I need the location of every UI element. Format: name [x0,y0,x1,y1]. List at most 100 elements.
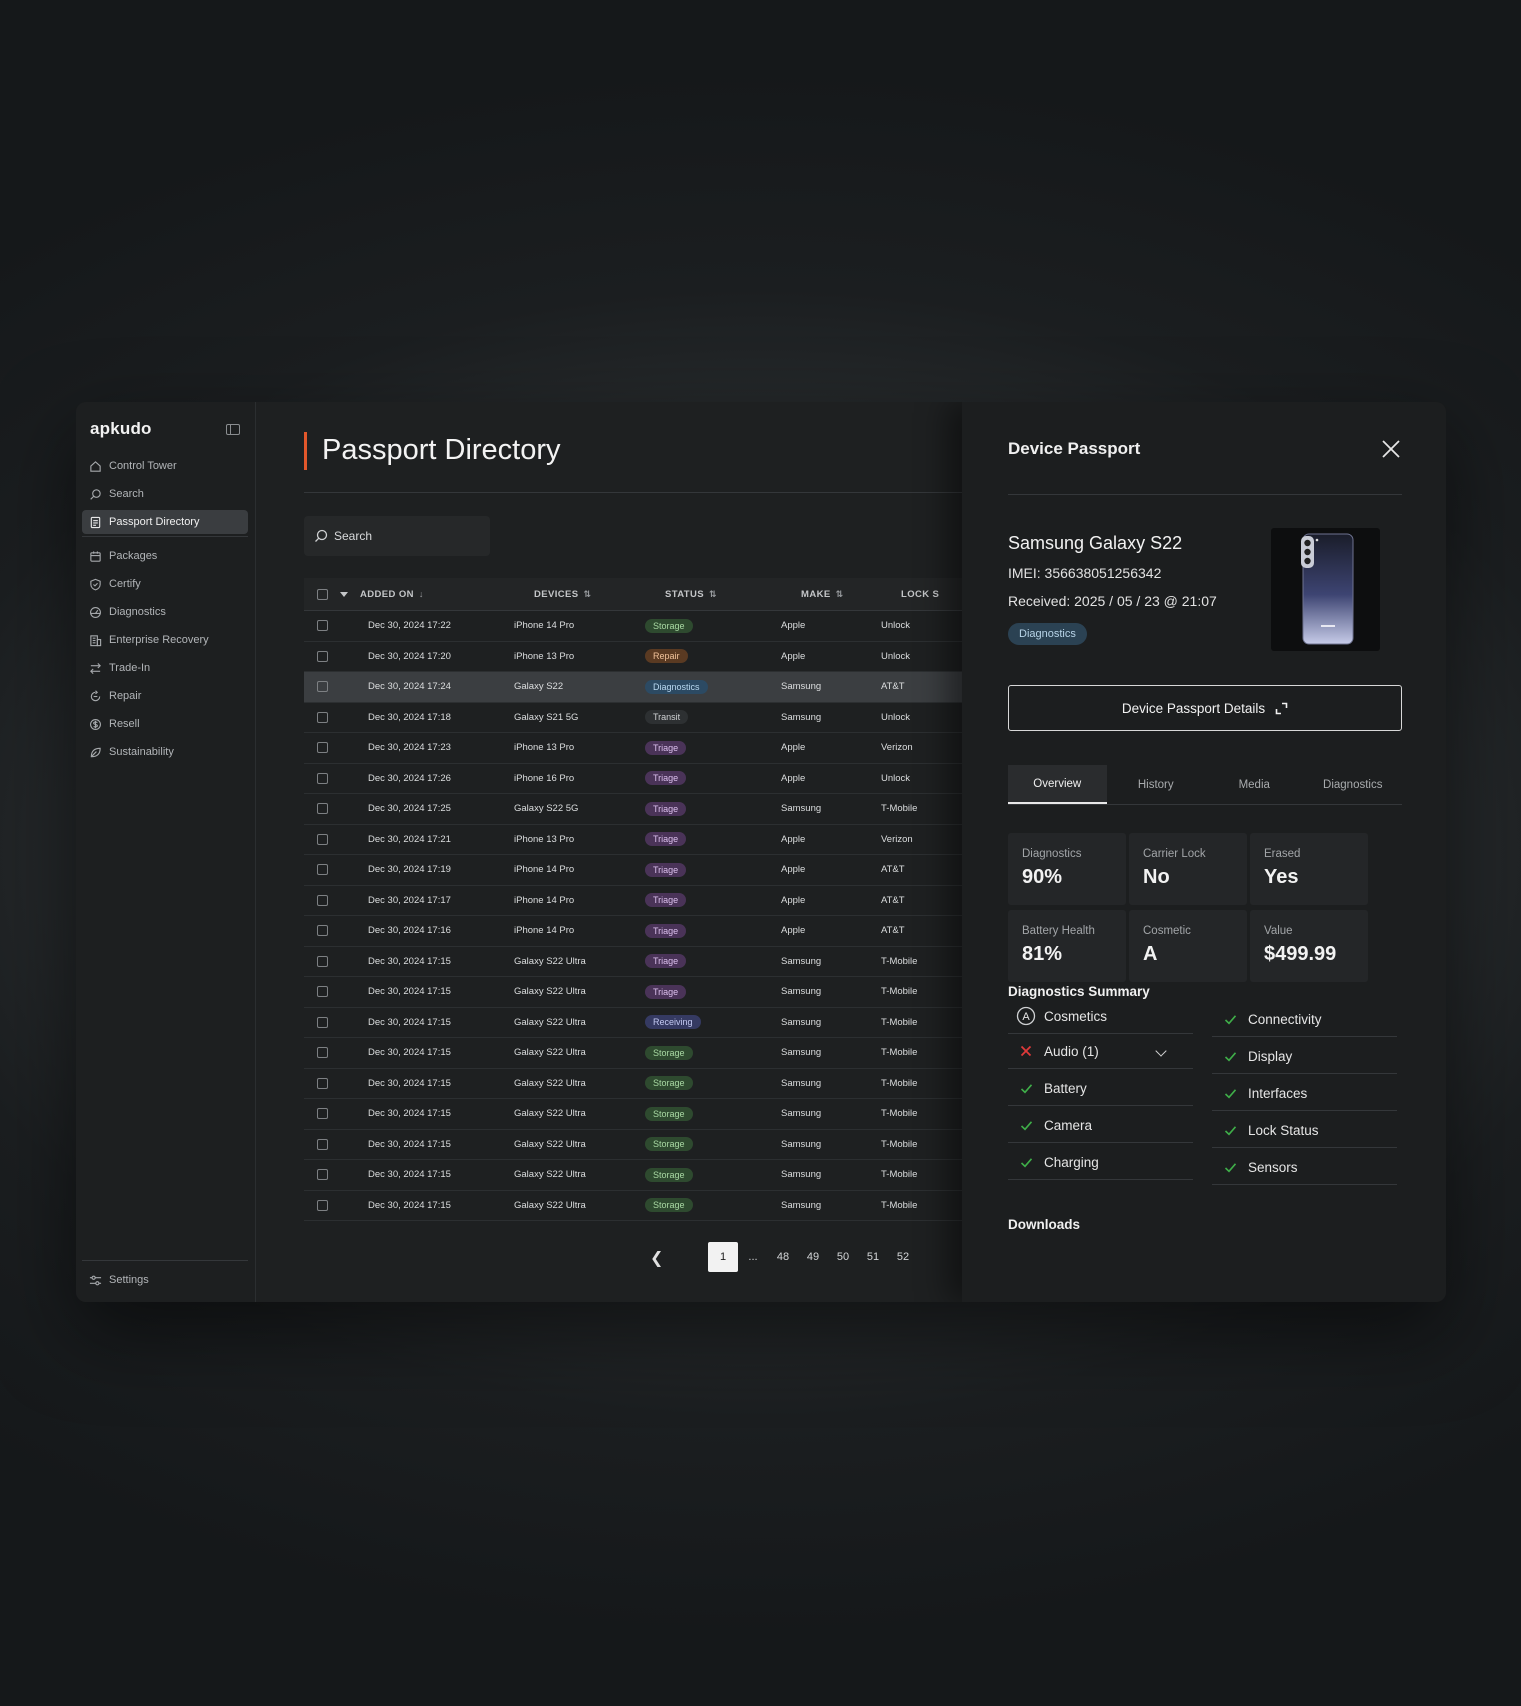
stat-label: Battery Health [1022,925,1095,937]
page-button-49[interactable]: 49 [798,1242,828,1272]
sidebar-item-resell[interactable]: Resell [82,712,248,736]
table-row[interactable]: Dec 30, 2024 17:15 Galaxy S22 Ultra Storag… [304,1099,1039,1130]
tab-history[interactable]: History [1107,765,1206,804]
sidebar-item-certify[interactable]: Certify [82,572,248,596]
sidebar-item-sustainability[interactable]: Sustainability [82,740,248,764]
previous-page-chevron-icon[interactable]: ❮ [650,1248,663,1268]
table-row[interactable]: Dec 30, 2024 17:17 iPhone 14 Pro Triage App… [304,886,1039,916]
row-checkbox[interactable] [317,1199,328,1211]
stat-label: Erased [1264,848,1301,860]
sidebar-item-enterprise-recovery[interactable]: Enterprise Recovery [82,628,248,652]
chevron-down-icon[interactable] [1155,1045,1167,1057]
tab-media[interactable]: Media [1205,765,1304,804]
row-checkbox[interactable] [317,650,328,662]
row-checkbox[interactable] [317,955,328,967]
table-row[interactable]: Dec 30, 2024 17:15 Galaxy S22 Ultra Storag… [304,1160,1039,1191]
row-checkbox[interactable] [317,894,328,906]
sidebar-item-passport-directory[interactable]: Passport Directory [82,510,248,534]
page-button-1[interactable]: 1 [708,1242,738,1272]
table-row[interactable]: Dec 30, 2024 17:26 iPhone 16 Pro Triage App… [304,764,1039,794]
page-button-48[interactable]: 48 [768,1242,798,1272]
status-badge: Storage [645,1045,693,1060]
header-devices[interactable]: DEVICES ⇅ [534,589,665,600]
cell-added-on: Dec 30, 2024 17:19 [368,864,451,876]
cell-make: Samsung [781,803,822,815]
cell-make: Samsung [781,681,822,693]
table-row[interactable]: Dec 30, 2024 17:16 iPhone 14 Pro Triage App… [304,916,1039,947]
header-lock-status[interactable]: LOCK S [901,589,961,600]
sidebar-item-search[interactable]: Search [82,482,248,506]
page-button-52[interactable]: 52 [888,1242,918,1272]
cell-make: Apple [781,620,806,632]
table-row[interactable]: Dec 30, 2024 17:15 Galaxy S22 Ultra Storag… [304,1038,1039,1069]
cell-make: Samsung [781,955,822,967]
table-row[interactable]: Dec 30, 2024 17:22 iPhone 14 Pro Storage Ap… [304,611,1039,642]
table-row[interactable]: Dec 30, 2024 17:15 Galaxy S22 Ultra Storag… [304,1069,1039,1099]
cell-added-on: Dec 30, 2024 17:15 [368,986,451,998]
cell-device: Galaxy S22 Ultra [514,955,586,967]
row-checkbox[interactable] [317,864,328,876]
tab-diagnostics[interactable]: Diagnostics [1304,765,1403,804]
bulk-actions-dropdown-icon[interactable] [340,591,348,597]
row-checkbox[interactable] [317,711,328,723]
status-badge: Storage [645,1198,693,1213]
row-checkbox[interactable] [317,1016,328,1028]
table-row[interactable]: Dec 30, 2024 17:15 Galaxy S22 Ultra Triage… [304,947,1039,977]
page-button-50[interactable]: 50 [828,1242,858,1272]
row-checkbox[interactable] [317,925,328,937]
cell-status: Triage [645,740,781,755]
row-checkbox[interactable] [317,986,328,998]
sidebar-item-trade-in[interactable]: Trade-In [82,656,248,680]
row-checkbox[interactable] [317,803,328,815]
sidebar-item-repair[interactable]: Repair [82,684,248,708]
table-row[interactable]: Dec 30, 2024 17:19 iPhone 14 Pro Triage App… [304,855,1039,886]
sidebar-item-settings[interactable]: Settings [82,1268,248,1292]
table-row[interactable]: Dec 30, 2024 17:23 iPhone 13 Pro Triage App… [304,733,1039,764]
diagnostic-item-cosmetics: A Cosmetics [1008,999,1193,1034]
row-checkbox[interactable] [317,681,328,693]
cell-make: Apple [781,833,806,845]
header-make[interactable]: MAKE ⇅ [801,589,901,600]
table-row[interactable]: Dec 30, 2024 17:21 iPhone 13 Pro Triage App… [304,825,1039,855]
table-row[interactable]: Dec 30, 2024 17:15 Galaxy S22 Ultra Receiv… [304,1008,1039,1038]
cell-lock-status: Unlock [881,650,911,662]
sidebar-item-control-tower[interactable]: Control Tower [82,454,248,478]
table-row[interactable]: Dec 30, 2024 17:15 Galaxy S22 Ultra Storag… [304,1130,1039,1160]
sidebar-item-packages[interactable]: Packages [82,544,248,568]
row-checkbox[interactable] [317,772,328,784]
check-icon [1224,1014,1236,1024]
device-passport-details-button[interactable]: Device Passport Details [1008,685,1402,731]
cell-device: Galaxy S22 Ultra [514,1199,586,1211]
row-checkbox[interactable] [317,1169,328,1181]
row-checkbox[interactable] [317,1047,328,1059]
header-status[interactable]: STATUS ⇅ [665,589,801,600]
title-divider [304,492,1039,493]
row-checkbox[interactable] [317,1108,328,1120]
diagnostic-item-audio-1[interactable]: Audio (1) [1008,1034,1193,1069]
expand-icon [1275,702,1288,714]
table-row[interactable]: Dec 30, 2024 17:20 iPhone 13 Pro Repair App… [304,642,1039,672]
header-added-on[interactable]: ADDED ON ↓ [348,589,534,600]
tab-overview[interactable]: Overview [1008,765,1107,804]
sidebar: apkudo Control Tower Search Passport Direc… [76,402,256,1302]
close-icon[interactable] [1380,438,1402,460]
row-checkbox[interactable] [317,1138,328,1150]
table-row[interactable]: Dec 30, 2024 17:24 Galaxy S22 Diagnostics S… [304,672,1039,703]
row-checkbox[interactable] [317,742,328,754]
table-row[interactable]: Dec 30, 2024 17:15 Galaxy S22 Ultra Triage… [304,977,1039,1008]
sidebar-collapse-icon[interactable] [226,424,240,435]
table-header: ADDED ON ↓ DEVICES ⇅ STATUS ⇅ MAKE ⇅ LOCK S [304,578,1039,611]
row-checkbox[interactable] [317,620,328,632]
table-row[interactable]: Dec 30, 2024 17:25 Galaxy S22 5G Triage Sam… [304,794,1039,825]
device-imei: IMEI: 356638051256342 [1008,565,1162,581]
status-badge: Repair [645,649,688,664]
search-input[interactable]: Search [304,516,490,556]
row-checkbox[interactable] [317,1077,328,1089]
sidebar-item-diagnostics[interactable]: Diagnostics [82,600,248,624]
cell-status: Storage [645,1106,781,1121]
table-row[interactable]: Dec 30, 2024 17:18 Galaxy S21 5G Transit Sa… [304,703,1039,733]
row-checkbox[interactable] [317,833,328,845]
table-row[interactable]: Dec 30, 2024 17:15 Galaxy S22 Ultra Storag… [304,1191,1039,1221]
select-all-checkbox[interactable] [317,588,328,600]
page-button-51[interactable]: 51 [858,1242,888,1272]
